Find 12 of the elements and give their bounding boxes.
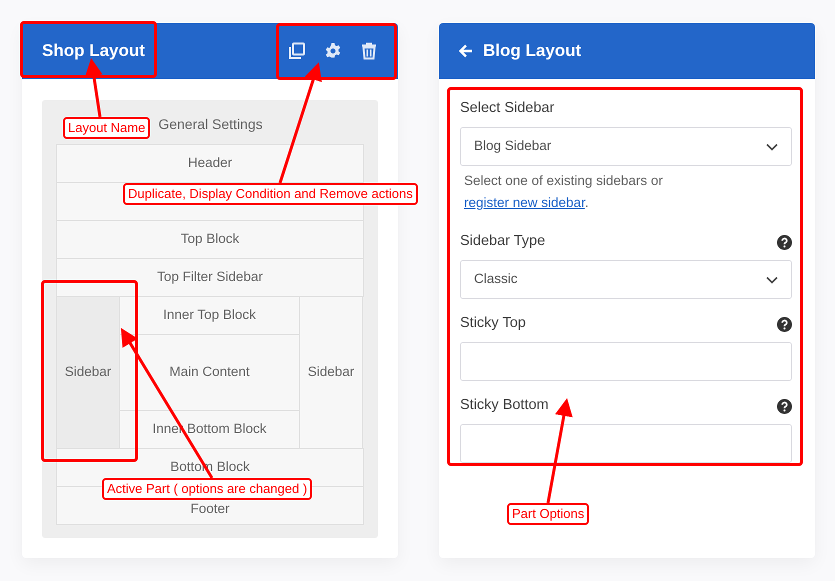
- help-text: Select one of existing sidebars or register new sidebar.: [463, 172, 664, 212]
- annotation-tooltip: Part Options: [507, 503, 590, 525]
- layout-name: Shop Layout: [42, 40, 145, 62]
- field-label: Sidebar Type: [460, 232, 546, 252]
- field-label: Sticky Bottom: [460, 396, 549, 416]
- field-label: Select Sidebar: [460, 99, 554, 118]
- field-label: Sticky Top: [460, 314, 526, 334]
- annotation-tooltip: Layout Name: [63, 117, 150, 139]
- preview-title: General Settings: [158, 116, 263, 132]
- annotation-tooltip: Duplicate, Display Condition and Remove actions: [123, 183, 418, 205]
- layout-title: Blog Layout: [483, 40, 582, 62]
- annotation-tooltip: Active Part ( options are changed ): [102, 478, 312, 500]
